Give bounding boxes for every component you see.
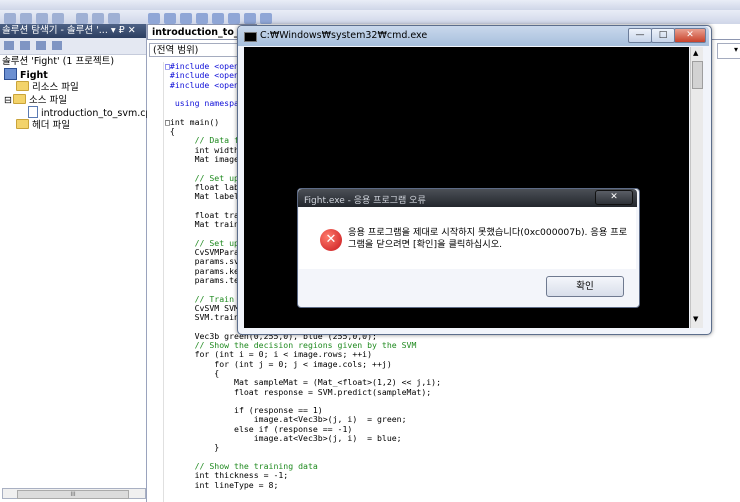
console-icon [244,32,257,42]
class-view-icon[interactable] [52,41,62,50]
tree-item-header-files[interactable]: 헤더 파일 [16,119,70,132]
indent-icon[interactable] [4,13,16,24]
scroll-up-icon[interactable]: ▲ [693,49,698,57]
dialog-titlebar[interactable]: Fight.exe - 응용 프로그램 오류 ✕ [298,189,637,207]
maximize-button[interactable]: □ [651,28,675,43]
dialog-close-button[interactable]: ✕ [595,190,633,205]
solution-explorer-header[interactable]: 솔루션 탐색기 - 솔루션 '... ▾ ₽ ✕ [0,24,146,38]
cpp-file-icon [28,106,38,118]
chat-icon[interactable] [164,13,176,24]
outline-margin [147,62,164,502]
tree-label: Fight [20,70,48,81]
tree-item-cpp-file[interactable]: introduction_to_svm.cpp [28,106,158,120]
code-line: float response = SVM.predict(sampleMat); [165,386,432,397]
tree-item-project[interactable]: Fight [4,68,48,82]
align-icon[interactable] [108,13,120,24]
solution-explorer-panel: 솔루션 탐색기 - 솔루션 '... ▾ ₽ ✕ 솔루션 'Fight' (1 … [0,24,158,502]
scroll-thumb[interactable]: III [17,490,129,499]
collapse-icon[interactable]: ⊟ [4,95,13,107]
refresh-icon[interactable] [36,41,46,50]
scroll-thumb[interactable] [692,61,703,89]
tree-item-solution[interactable]: 솔루션 'Fight' (1 프로젝트) [2,56,114,68]
users-icon[interactable] [228,13,240,24]
error-dialog[interactable]: Fight.exe - 응용 프로그램 오류 ✕ ✕ 응용 프로그램을 제대로 … [297,188,640,308]
comment-icon[interactable] [36,13,48,24]
tree-label: 소스 파일 [29,95,67,106]
window-icon[interactable] [148,13,160,24]
find-icon[interactable] [244,13,256,24]
folder-icon [16,81,29,91]
tree-label: 리소스 파일 [32,82,79,93]
toolbar-second [0,10,740,25]
error-message: 응용 프로그램을 제대로 시작하지 못했습니다(0xc000007b). 응용 … [348,227,628,250]
horizontal-scrollbar[interactable]: III [2,488,146,499]
solution-explorer-toolbar [0,38,146,55]
cmd-vertical-scrollbar[interactable]: ▲ ▼ [690,47,703,328]
close-button[interactable]: ✕ [674,28,706,43]
folder-icon [16,119,29,129]
tree-label: introduction_to_svm.cpp [41,108,158,119]
properties-icon[interactable] [4,41,14,50]
tree-label: 헤더 파일 [32,120,70,131]
bookmark-next-icon[interactable] [92,13,104,24]
minimize-button[interactable]: — [628,28,652,43]
dialog-title: Fight.exe - 응용 프로그램 오류 [304,196,426,206]
bookmark-icon[interactable] [76,13,88,24]
uncomment-icon[interactable] [52,13,64,24]
scroll-grip: III [70,491,76,498]
ok-button[interactable]: 확인 [546,276,624,297]
outdent-icon[interactable] [20,13,32,24]
cmd-titlebar[interactable]: C:₩Windows₩system32₩cmd.exe — □ ✕ [238,26,709,46]
show-all-files-icon[interactable] [20,41,30,50]
chat4-icon[interactable] [212,13,224,24]
chat3-icon[interactable] [196,13,208,24]
code-line: int lineType = 8; [165,479,279,490]
scroll-down-icon[interactable]: ▼ [693,315,698,323]
code-line: } [165,442,220,453]
project-icon [4,68,17,80]
member-dropdown[interactable]: ▾ [717,43,740,59]
chat2-icon[interactable] [180,13,192,24]
chevron-down-icon: ▾ [733,45,738,54]
cmd-title: C:₩Windows₩system32₩cmd.exe [260,30,428,41]
tree-item-resource-files[interactable]: 리소스 파일 [16,81,79,94]
arrow-icon[interactable] [260,13,272,24]
scope-dropdown[interactable]: (전역 범위) [149,43,245,57]
tree-label: 솔루션 'Fight' (1 프로젝트) [2,56,115,67]
folder-open-icon [13,94,26,104]
error-icon: ✕ [320,229,342,251]
